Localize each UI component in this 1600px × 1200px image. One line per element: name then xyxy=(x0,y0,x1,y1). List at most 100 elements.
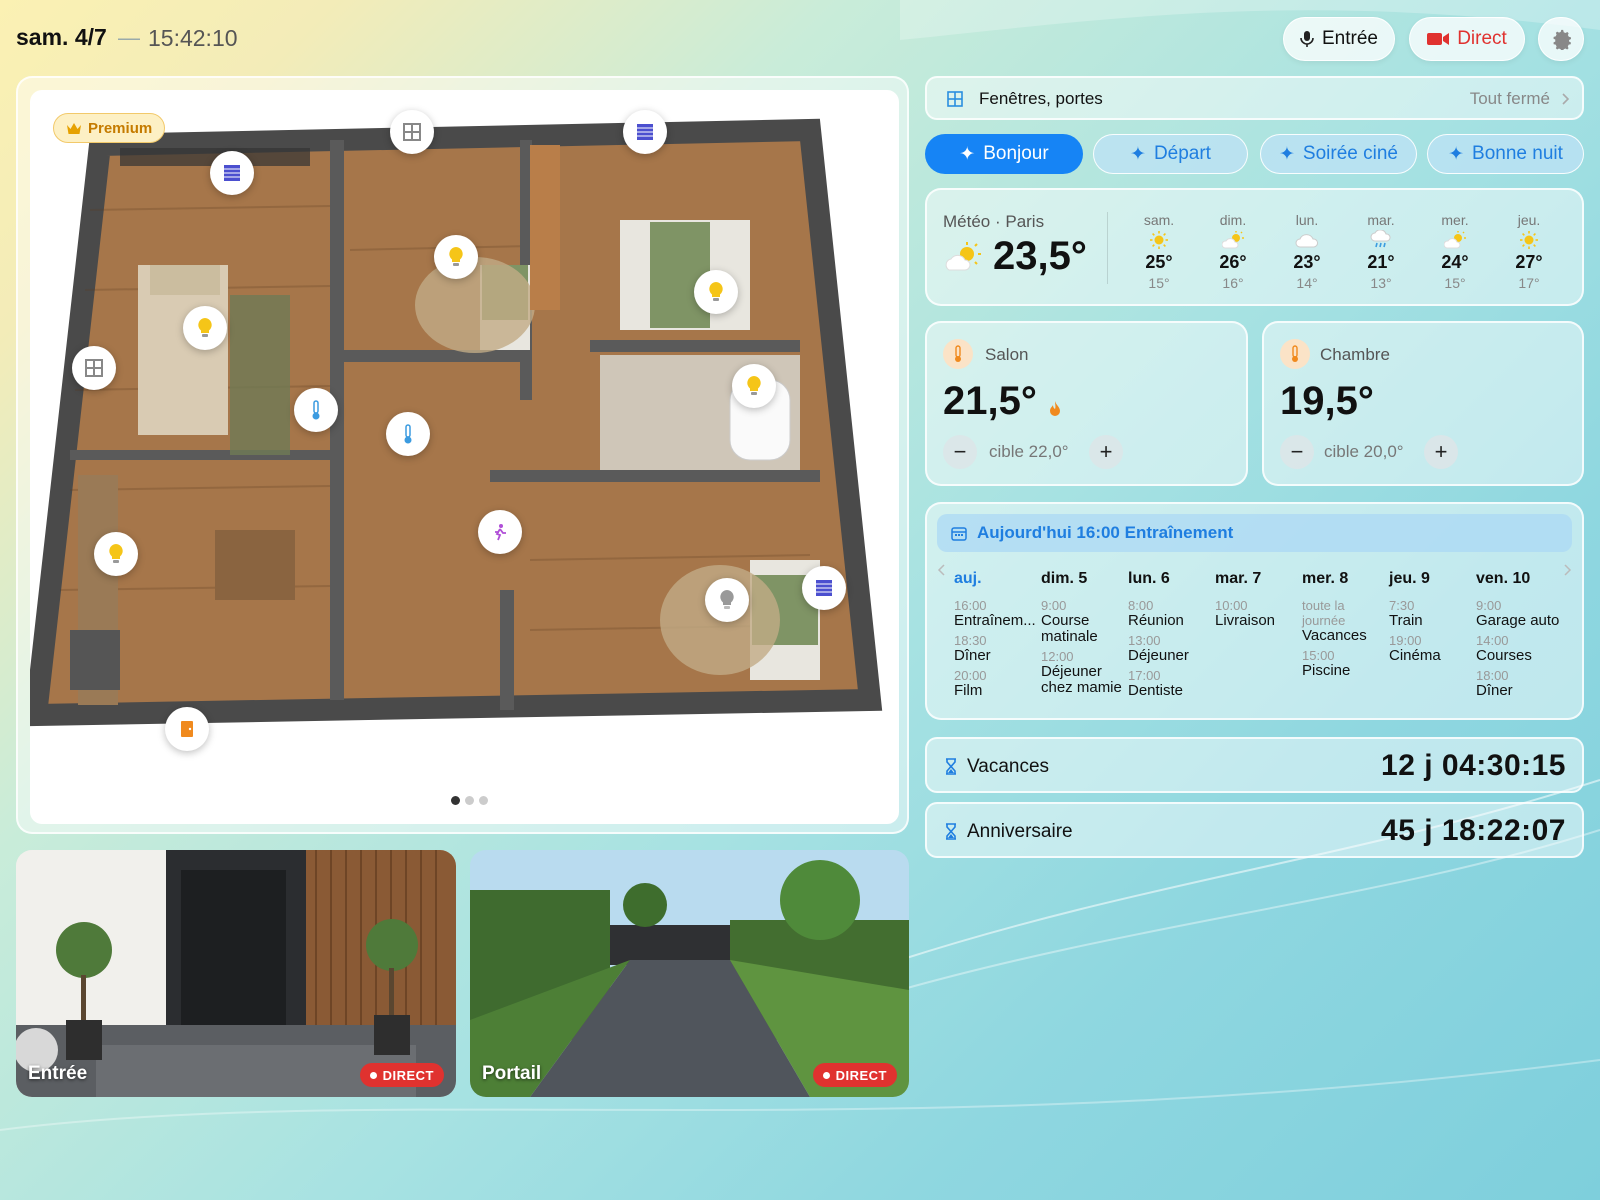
forecast-day-label: mar. xyxy=(1367,212,1395,228)
thermometer-marker[interactable] xyxy=(386,412,430,456)
forecast-day-label: mer. xyxy=(1441,212,1469,228)
shutter-marker[interactable] xyxy=(623,110,667,154)
page-dot[interactable] xyxy=(479,796,488,805)
calendar-day-label: lun. 6 xyxy=(1128,570,1170,587)
light-marker[interactable] xyxy=(183,306,227,350)
chevron-left-icon[interactable] xyxy=(937,564,945,576)
windows-doors-row[interactable]: Fenêtres, portes Tout fermé xyxy=(925,76,1584,120)
settings-button[interactable] xyxy=(1538,17,1584,61)
weather-card: Météo · Paris 23,5° sam. 25° 15° dim. 26… xyxy=(925,188,1584,306)
calendar-event[interactable]: 9:00 Garage auto xyxy=(1476,598,1560,629)
countdown-label: Vacances xyxy=(967,756,1050,777)
forecast-low: 14° xyxy=(1296,275,1318,291)
calendar-event[interactable]: 7:30 Train xyxy=(1389,598,1473,629)
decrease-target-button[interactable]: − xyxy=(943,435,977,469)
window-icon xyxy=(403,123,421,141)
light-bulb-icon xyxy=(720,590,734,609)
calendar-next-event-banner[interactable]: Aujourd'hui 16:00 Entraînement xyxy=(937,514,1572,552)
chevron-right-icon[interactable] xyxy=(1564,564,1572,576)
hourglass-icon xyxy=(946,823,956,840)
shutter-marker[interactable] xyxy=(802,566,846,610)
forecast-low: 17° xyxy=(1518,275,1540,291)
forecast-high: 21° xyxy=(1367,252,1395,272)
camera-portail[interactable]: Portail DIRECT xyxy=(470,850,909,1097)
forecast-low: 13° xyxy=(1370,275,1392,291)
calendar-event[interactable]: 15:00 Piscine xyxy=(1302,648,1386,679)
thermostat-temp: 21,5° xyxy=(943,379,1037,423)
light-bulb-icon xyxy=(109,544,123,563)
calendar-event[interactable]: 20:00 Film xyxy=(954,668,1038,699)
calendar-event[interactable]: 19:00 Cinéma xyxy=(1389,633,1473,664)
light-marker-off[interactable] xyxy=(705,578,749,622)
event-time: 10:00 xyxy=(1215,598,1248,613)
motion-sensor-marker[interactable] xyxy=(478,510,522,554)
scene-soiree-cine-button[interactable]: ✦ Soirée ciné xyxy=(1260,134,1417,174)
countdown-vacances[interactable]: Vacances 12 j 04:30:15 xyxy=(925,737,1584,793)
entree-intercom-button[interactable]: Entrée xyxy=(1283,17,1395,61)
calendar-card: Aujourd'hui 16:00 Entraînement auj. 16:0… xyxy=(925,502,1584,720)
sun-icon xyxy=(1150,231,1168,249)
calendar-event[interactable]: 16:00 Entraînem... xyxy=(954,598,1038,629)
floor-plan-view[interactable]: Premium xyxy=(30,90,899,824)
camera-entree[interactable]: Entrée DIRECT xyxy=(16,850,456,1097)
entree-camera-feed xyxy=(16,850,456,1097)
window-marker[interactable] xyxy=(72,346,116,390)
thermostat-card-chambre: Chambre 19,5° − cible 20,0° + xyxy=(1262,321,1584,486)
event-name: Déjeuner chez mamie xyxy=(1041,663,1122,696)
calendar-event[interactable]: 18:30 Dîner xyxy=(954,633,1038,664)
calendar-event[interactable]: 12:00 Déjeuner chez mamie xyxy=(1041,649,1125,696)
event-name: Dîner xyxy=(1476,682,1513,699)
thermometer-marker[interactable] xyxy=(294,388,338,432)
live-dot-icon xyxy=(822,1071,830,1079)
light-marker[interactable] xyxy=(94,532,138,576)
countdown-value: 12 j 04:30:15 xyxy=(1381,749,1566,782)
countdown-anniversaire[interactable]: Anniversaire 45 j 18:22:07 xyxy=(925,802,1584,858)
camera-label: Entrée xyxy=(28,1063,88,1084)
scene-bonjour-button[interactable]: ✦ Bonjour xyxy=(925,134,1083,174)
forecast-day: mer. 24° 15° xyxy=(1425,212,1485,291)
forecast-day-label: dim. xyxy=(1219,212,1247,228)
calendar-event[interactable]: 8:00 Réunion xyxy=(1128,598,1212,629)
calendar-day-label: ven. 10 xyxy=(1476,570,1531,587)
calendar-event[interactable]: toute la journée Vacances xyxy=(1302,598,1386,644)
calendar-event[interactable]: 9:00 Course matinale xyxy=(1041,598,1125,645)
thermometer-icon xyxy=(312,400,320,420)
page-dot[interactable] xyxy=(465,796,474,805)
calendar-event[interactable]: 14:00 Courses xyxy=(1476,633,1560,664)
calendar-day-column: mar. 7 10:00 Livraison xyxy=(1215,570,1299,633)
calendar-event[interactable]: 17:00 Dentiste xyxy=(1128,668,1212,699)
direct-live-button[interactable]: Direct xyxy=(1409,17,1525,61)
decrease-target-button[interactable]: − xyxy=(1280,435,1314,469)
shutter-marker[interactable] xyxy=(210,151,254,195)
forecast-day: jeu. 27° 17° xyxy=(1499,212,1559,291)
hourglass-icon xyxy=(946,758,956,775)
scene-bonne-nuit-button[interactable]: ✦ Bonne nuit xyxy=(1427,134,1584,174)
thermometer-badge xyxy=(1280,339,1310,369)
calendar-event[interactable]: 10:00 Livraison xyxy=(1215,598,1299,629)
event-name: Train xyxy=(1389,612,1423,629)
increase-target-button[interactable]: + xyxy=(1089,435,1123,469)
cloud-icon xyxy=(1295,234,1318,248)
window-marker[interactable] xyxy=(390,110,434,154)
light-marker[interactable] xyxy=(732,364,776,408)
page-dot-active[interactable] xyxy=(451,796,460,805)
calendar-day-label: mer. 8 xyxy=(1302,570,1349,587)
light-marker[interactable] xyxy=(434,235,478,279)
thermostat-card-salon: Salon 21,5° − cible 22,0° + xyxy=(925,321,1248,486)
increase-target-button[interactable]: + xyxy=(1424,435,1458,469)
weather-current-temp: 23,5° xyxy=(993,234,1087,278)
door-marker[interactable] xyxy=(165,707,209,751)
calendar-day-label: jeu. 9 xyxy=(1389,570,1430,587)
calendar-day-column: mer. 8 toute la journée Vacances 15:00 Pis… xyxy=(1302,570,1386,683)
calendar-event[interactable]: 18:00 Dîner xyxy=(1476,668,1560,699)
premium-badge[interactable]: Premium xyxy=(53,113,166,143)
calendar-event[interactable]: 13:00 Déjeuner xyxy=(1128,633,1212,664)
event-name: Livraison xyxy=(1215,612,1276,629)
motion-icon xyxy=(495,524,506,541)
scene-label: Départ xyxy=(1153,143,1211,164)
shutter-icon xyxy=(637,124,653,140)
event-time: 20:00 xyxy=(954,668,987,683)
forecast-day-label: jeu. xyxy=(1517,212,1541,228)
light-marker[interactable] xyxy=(694,270,738,314)
scene-depart-button[interactable]: ✦ Départ xyxy=(1093,134,1248,174)
